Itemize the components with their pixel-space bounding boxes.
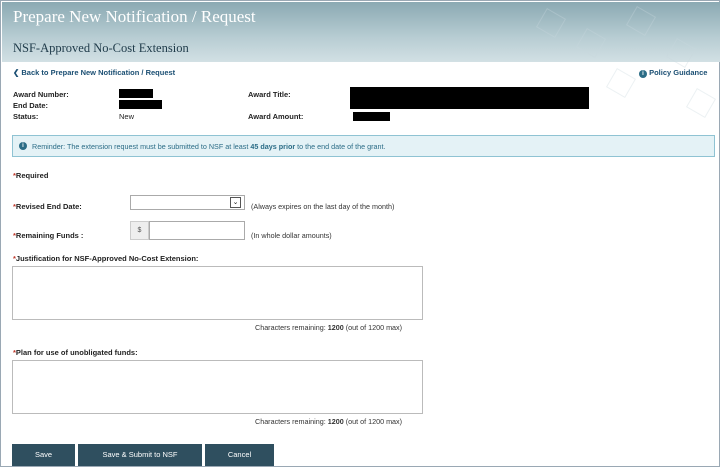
remaining-funds-hint: (In whole dollar amounts)	[251, 231, 332, 240]
reminder-suffix: to the end date of the grant.	[295, 142, 386, 151]
counter-suffix: (out of 1200 max)	[343, 417, 403, 426]
award-amount-label: Award Amount:	[248, 112, 304, 121]
chevron-left-icon: ❮	[13, 68, 20, 77]
counter-remaining: 1200	[327, 417, 344, 426]
page-header: Prepare New Notification / Request NSF-A…	[2, 2, 720, 119]
info-icon: i	[19, 142, 27, 150]
policy-guidance-link[interactable]: i Policy Guidance	[639, 68, 707, 78]
revised-end-date-hint: (Always expires on the last day of the m…	[251, 202, 395, 211]
remaining-funds-label: *Remaining Funds :	[13, 231, 83, 240]
chevron-down-icon[interactable]: ⌄	[230, 197, 241, 208]
justification-textarea[interactable]	[12, 266, 423, 320]
status-value: New	[119, 112, 135, 121]
save-submit-button[interactable]: Save & Submit to NSF	[78, 444, 202, 466]
page-frame: Prepare New Notification / Request NSF-A…	[0, 0, 720, 467]
justification-label-text: Justification for NSF-Approved No-Cost E…	[15, 254, 199, 263]
page-subtitle: NSF-Approved No-Cost Extension	[13, 41, 189, 55]
end-date-redacted	[119, 100, 162, 109]
status-label: Status:	[13, 112, 39, 121]
counter-suffix: (out of 1200 max)	[343, 323, 403, 332]
back-link-label: Back to Prepare New Notification / Reque…	[21, 68, 176, 77]
counter-remaining: 1200	[327, 323, 344, 332]
end-date-label: End Date:	[13, 101, 49, 110]
revised-end-date-select[interactable]: ⌄	[130, 195, 245, 210]
info-icon: i	[639, 70, 647, 78]
policy-guidance-label: Policy Guidance	[649, 68, 708, 77]
reminder-text: Reminder: The extension request must be …	[32, 142, 385, 151]
remaining-funds-label-text: Remaining Funds :	[15, 231, 84, 240]
cancel-button[interactable]: Cancel	[205, 444, 274, 466]
currency-addon: $	[130, 221, 149, 240]
remaining-funds-input[interactable]	[149, 221, 245, 240]
reminder-prefix: Reminder: The extension request must be …	[32, 142, 251, 151]
counter-prefix: Characters remaining:	[255, 417, 328, 426]
justification-label: *Justification for NSF-Approved No-Cost …	[13, 254, 198, 263]
header-decoration	[520, 2, 720, 132]
award-title-label: Award Title:	[248, 90, 291, 99]
award-number-redacted	[119, 89, 153, 98]
award-title-redacted	[350, 87, 589, 109]
page-title: Prepare New Notification / Request	[13, 7, 256, 26]
plan-counter: Characters remaining: 1200 (out of 1200 …	[255, 417, 402, 426]
reminder-banner: i Reminder: The extension request must b…	[12, 135, 715, 157]
save-button[interactable]: Save	[12, 444, 75, 466]
award-number-label: Award Number:	[13, 90, 69, 99]
plan-textarea[interactable]	[12, 360, 423, 414]
justification-counter: Characters remaining: 1200 (out of 1200 …	[255, 323, 402, 332]
back-link[interactable]: ❮ Back to Prepare New Notification / Req…	[13, 68, 175, 77]
counter-prefix: Characters remaining:	[255, 323, 328, 332]
required-note: *Required	[13, 171, 48, 180]
award-amount-redacted	[353, 112, 390, 121]
revised-end-date-label: *Revised End Date:	[13, 202, 82, 211]
required-label: Required	[15, 171, 49, 180]
revised-end-date-label-text: Revised End Date:	[15, 202, 82, 211]
plan-label: *Plan for use of unobligated funds:	[13, 348, 138, 357]
plan-label-text: Plan for use of unobligated funds:	[15, 348, 138, 357]
reminder-emphasis: 45 days prior	[250, 142, 296, 151]
